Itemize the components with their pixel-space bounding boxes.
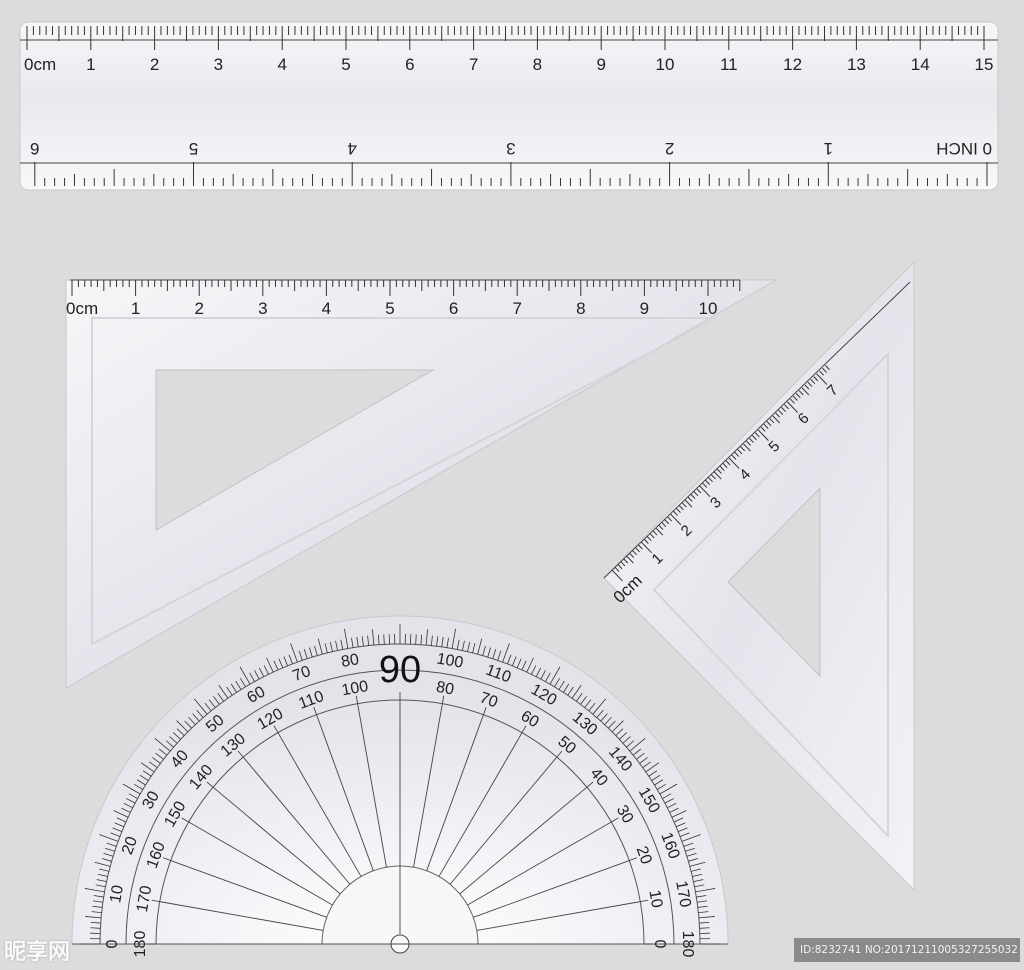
ss45-label: 4 bbox=[322, 299, 331, 318]
protractor: 90 01020304050607080 10011012013014015016… bbox=[71, 615, 729, 958]
set-square-45-unit-label: 0cm bbox=[66, 299, 98, 318]
watermark-logo: 昵享网 bbox=[4, 940, 71, 965]
ss45-label: 10 bbox=[699, 299, 718, 318]
ss45-label: 6 bbox=[449, 299, 458, 318]
degree-tick bbox=[383, 634, 385, 645]
protractor-inner-label: 0 bbox=[651, 940, 668, 949]
cm-label: 15 bbox=[975, 55, 994, 74]
inch-label: 2 bbox=[665, 139, 674, 158]
inch-unit-label: 0 INCH bbox=[936, 139, 992, 158]
degree-tick bbox=[90, 927, 101, 929]
cm-label: 5 bbox=[341, 55, 350, 74]
ss45-label: 2 bbox=[194, 299, 203, 318]
inch-label: 6 bbox=[30, 139, 39, 158]
cm-label: 14 bbox=[911, 55, 930, 74]
protractor-outer-label: 0 bbox=[104, 939, 121, 948]
image-id-bar: ID:8232741 NO:20171211005327255032 bbox=[794, 938, 1020, 962]
cm-label: 11 bbox=[720, 55, 738, 74]
degree-tick bbox=[699, 927, 710, 929]
straight-ruler: 0cm 1 2 3 4 5 6 7 8 9 10 11 12 13 14 15 0 INCH 123456 bbox=[19, 21, 999, 191]
protractor-inner-label: 80 bbox=[435, 679, 456, 699]
protractor-outer-label: 80 bbox=[340, 651, 361, 671]
ss45-label: 3 bbox=[258, 299, 267, 318]
cm-label: 8 bbox=[533, 55, 542, 74]
ruler-body bbox=[19, 21, 999, 191]
cm-labels: 1 2 3 4 5 6 7 8 9 10 11 12 13 14 15 bbox=[86, 55, 993, 74]
ss45-label: 8 bbox=[576, 299, 585, 318]
inch-label: 1 bbox=[824, 139, 833, 158]
cm-label: 9 bbox=[596, 55, 605, 74]
protractor-top-label: 90 bbox=[379, 649, 421, 691]
drawing-canvas: 0cm 1 2 3 4 5 6 7 8 9 10 11 12 13 14 15 0 INCH 123456 … bbox=[19, 21, 999, 958]
cm-label: 10 bbox=[656, 55, 675, 74]
ss45-label: 7 bbox=[512, 299, 521, 318]
cm-label: 3 bbox=[214, 55, 223, 74]
degree-tick bbox=[415, 634, 417, 645]
cm-label: 2 bbox=[150, 55, 159, 74]
ss45-label: 1 bbox=[131, 299, 140, 318]
protractor-inner-label: 180 bbox=[132, 931, 149, 958]
cm-label: 7 bbox=[469, 55, 478, 74]
ss45-label: 9 bbox=[640, 299, 649, 318]
cm-label: 6 bbox=[405, 55, 414, 74]
inch-label: 5 bbox=[189, 139, 198, 158]
protractor-outer-label: 180 bbox=[679, 931, 696, 958]
cm-label: 13 bbox=[847, 55, 866, 74]
inch-label: 4 bbox=[347, 139, 356, 158]
ss45-label: 5 bbox=[385, 299, 394, 318]
inch-label: 3 bbox=[506, 139, 515, 158]
cm-label: 1 bbox=[86, 55, 95, 74]
protractor-inner-label: 10 bbox=[645, 889, 665, 910]
cm-label: 12 bbox=[783, 55, 802, 74]
cm-label: 4 bbox=[277, 55, 286, 74]
protractor-outer-label: 10 bbox=[107, 884, 127, 905]
cm-unit-label: 0cm bbox=[24, 55, 56, 74]
